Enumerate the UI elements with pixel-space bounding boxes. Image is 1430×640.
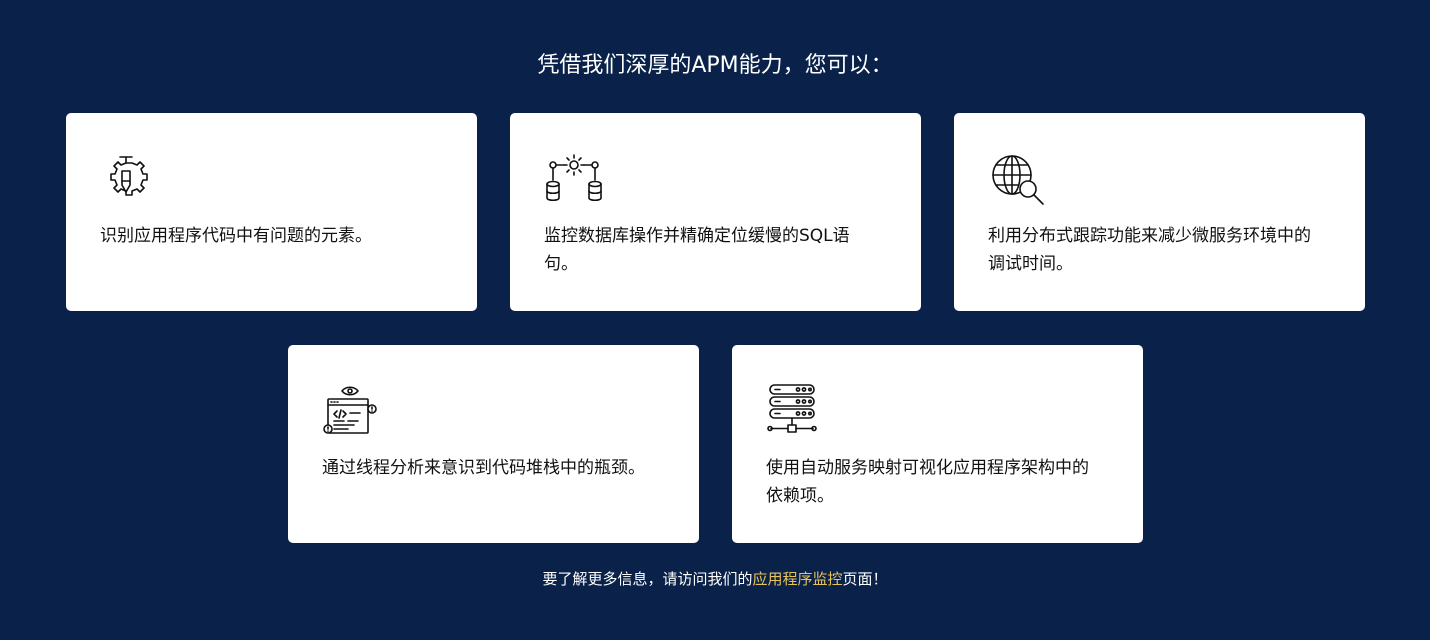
feature-card-tracing: 利用分布式跟踪功能来减少微服务环境中的调试时间。 — [954, 113, 1365, 311]
feature-card-text: 识别应用程序代码中有问题的元素。 — [100, 226, 372, 246]
footer-prefix: 要了解更多信息，请访问我们的 — [542, 570, 753, 588]
server-network-icon — [766, 383, 822, 439]
footer-suffix: 页面！ — [842, 570, 888, 588]
gear-pencil-icon — [98, 151, 154, 207]
feature-card-database: 监控数据库操作并精确定位缓慢的SQL语句。 — [510, 113, 921, 311]
feature-card-text: 通过线程分析来意识到代码堆栈中的瓶颈。 — [322, 458, 645, 478]
section-heading: 凭借我们深厚的APM能力，您可以： — [537, 53, 893, 78]
feature-card-service-map: 使用自动服务映射可视化应用程序架构中的依赖项。 — [732, 345, 1143, 543]
code-window-icon — [322, 383, 378, 439]
feature-card-text: 使用自动服务映射可视化应用程序架构中的依赖项。 — [766, 458, 1089, 506]
feature-card-code-issues: 识别应用程序代码中有问题的元素。 — [66, 113, 477, 311]
footer-note: 要了解更多信息，请访问我们的应用程序监控页面！ — [0, 566, 1430, 592]
database-gear-icon — [546, 151, 602, 207]
apm-page-link[interactable]: 应用程序监控 — [752, 570, 842, 588]
feature-card-thread-profiling: 通过线程分析来意识到代码堆栈中的瓶颈。 — [288, 345, 699, 543]
feature-card-text: 监控数据库操作并精确定位缓慢的SQL语句。 — [544, 226, 850, 274]
feature-card-text: 利用分布式跟踪功能来减少微服务环境中的调试时间。 — [988, 226, 1311, 274]
globe-search-icon — [990, 151, 1046, 207]
